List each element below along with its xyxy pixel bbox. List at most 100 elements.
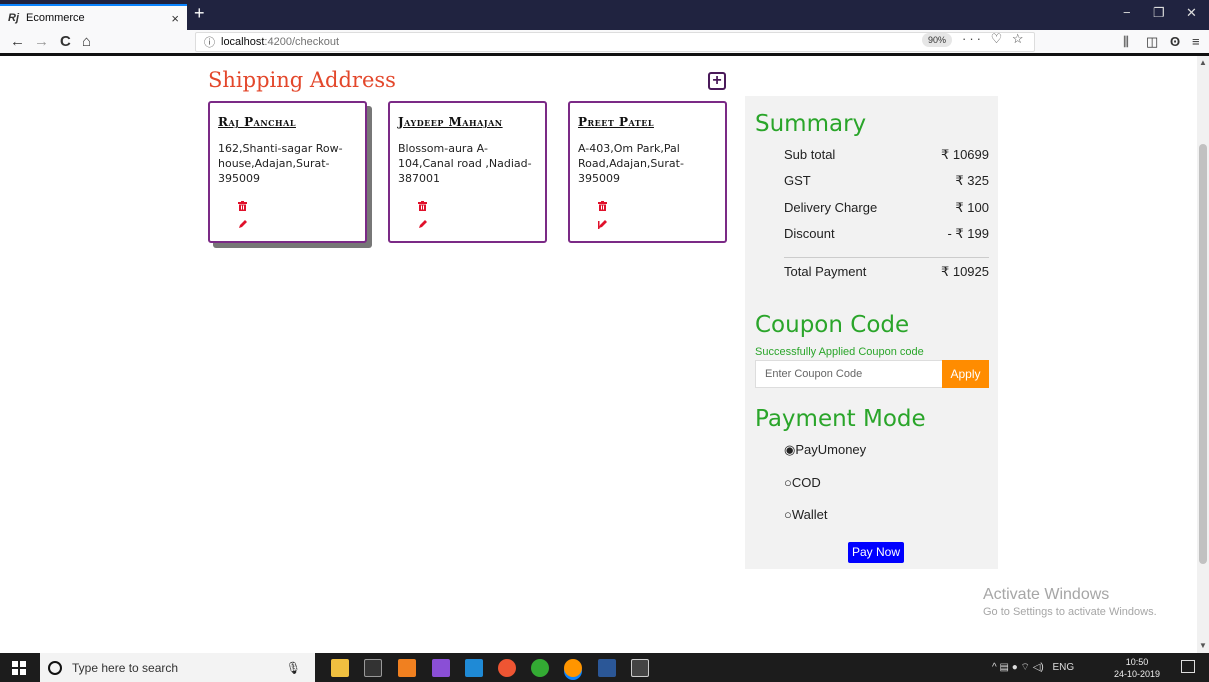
page-actions-icon[interactable]: ··· ♡ ☆ <box>962 31 1027 47</box>
word-icon[interactable] <box>598 659 616 677</box>
microphone-icon[interactable]: 🎙 <box>286 661 301 675</box>
total-row: Total Payment ₹ 10925 <box>784 264 989 280</box>
radio-selected-icon: ◉ <box>784 442 796 457</box>
visual-studio-icon[interactable] <box>432 659 450 677</box>
radio-label: PayUmoney <box>795 442 867 457</box>
address-card[interactable]: Preet Patel A-403,Om Park,Pal Road,Adaja… <box>568 101 727 243</box>
address-name: Jaydeep Mahajan <box>398 115 503 129</box>
radio-cod[interactable]: ○COD <box>784 475 821 490</box>
minimize-icon[interactable]: − <box>1123 5 1131 20</box>
summary-value: ₹ 100 <box>955 200 989 215</box>
sidebar-icon[interactable]: ◫ <box>1146 34 1158 50</box>
summary-value: ₹ 325 <box>955 173 989 188</box>
scroll-up-icon[interactable]: ▲ <box>1199 58 1207 67</box>
clock-date: 24-10-2019 <box>1114 669 1161 679</box>
watermark-title: Activate Windows <box>983 586 1110 603</box>
add-address-button[interactable]: + <box>708 72 726 90</box>
address-name: Preet Patel <box>578 115 654 129</box>
radio-unselected-icon: ○ <box>784 475 792 490</box>
tab-title: Ecommerce <box>26 12 85 24</box>
system-tray[interactable]: ^ ▤ ● ⌔ ◁) ENG <box>992 661 1074 674</box>
browser-tab[interactable]: Rj Ecommerce × <box>0 4 187 30</box>
shipping-address-title: Shipping Address <box>208 68 396 92</box>
summary-label: Delivery Charge <box>784 200 878 215</box>
clock-time: 10:50 <box>1125 657 1149 667</box>
pencil-icon[interactable] <box>418 219 428 229</box>
order-sidebar: Summary Sub total ₹ 10699 GST ₹ 325 Deli… <box>745 96 998 569</box>
account-icon[interactable]: ʘ <box>1170 34 1180 49</box>
summary-label: Discount <box>784 226 835 241</box>
radio-payumoney[interactable]: ◉PayUmoney <box>784 442 866 458</box>
info-icon[interactable]: ⓘ <box>204 34 215 50</box>
browser-tab-bar: Rj Ecommerce × + − ❐ ✕ <box>0 0 1209 30</box>
firefox-icon[interactable] <box>564 659 582 677</box>
activate-windows-watermark: Activate Windows Go to Settings to activ… <box>983 586 1157 618</box>
summary-row: Sub total ₹ 10699 <box>784 147 989 163</box>
url-bar[interactable]: ⓘ localhost:4200/checkout <box>195 32 1035 52</box>
home-icon[interactable]: ⌂ <box>82 33 91 50</box>
radio-wallet[interactable]: ○Wallet <box>784 507 828 522</box>
checkout-page: Shipping Address + Raj Panchal 162,Shant… <box>0 56 1197 653</box>
coupon-input[interactable]: Enter Coupon Code <box>755 360 943 388</box>
address-text: A-403,Om Park,Pal Road,Adajan,Surat-3950… <box>578 142 684 185</box>
restore-icon[interactable]: ❐ <box>1153 5 1165 21</box>
scrollbar-thumb[interactable] <box>1199 144 1207 564</box>
page-scrollbar[interactable]: ▲ ▼ <box>1197 56 1209 653</box>
watermark-subtitle: Go to Settings to activate Windows. <box>983 606 1157 618</box>
menu-icon[interactable]: ≡ <box>1192 34 1200 49</box>
address-name: Raj Panchal <box>218 115 296 129</box>
total-value: ₹ 10925 <box>940 264 989 279</box>
trash-icon[interactable] <box>418 201 427 211</box>
radio-label: Wallet <box>791 507 828 522</box>
summary-row: Discount - ₹ 199 <box>784 226 989 242</box>
notification-icon[interactable] <box>1181 660 1195 673</box>
total-label: Total Payment <box>784 264 867 279</box>
pencil-icon[interactable] <box>598 219 608 229</box>
trash-icon[interactable] <box>238 201 247 211</box>
address-card[interactable]: Raj Panchal 162,Shanti-sagar Row-house,A… <box>208 101 367 243</box>
radio-unselected-icon: ○ <box>784 507 792 522</box>
vscode-icon[interactable] <box>465 659 483 677</box>
tray-icons: ^ ▤ ● ⌔ ◁) <box>992 662 1044 673</box>
apply-button[interactable]: Apply <box>942 360 989 388</box>
summary-label: Sub total <box>784 147 836 162</box>
taskbar-search[interactable]: Type here to search 🎙 <box>40 653 315 682</box>
chrome-icon[interactable] <box>498 659 516 677</box>
close-tab-icon[interactable]: × <box>171 11 179 26</box>
new-tab-button[interactable]: + <box>194 3 205 24</box>
windows-taskbar: Type here to search 🎙 ^ ▤ ● ⌔ ◁) ENG 10:… <box>0 653 1209 682</box>
favicon-icon: Rj <box>8 12 19 24</box>
summary-row: Delivery Charge ₹ 100 <box>784 200 989 216</box>
summary-row: GST ₹ 325 <box>784 173 989 189</box>
file-explorer-icon[interactable] <box>331 659 349 677</box>
mongodb-compass-icon[interactable] <box>531 659 549 677</box>
trash-icon[interactable] <box>598 201 607 211</box>
close-window-icon[interactable]: ✕ <box>1186 5 1197 21</box>
scroll-down-icon[interactable]: ▼ <box>1199 641 1207 650</box>
taskbar-clock[interactable]: 10:50 24-10-2019 <box>1114 656 1160 680</box>
radio-label: COD <box>791 475 821 490</box>
address-text: Blossom-aura A-104,Canal road ,Nadiad-38… <box>398 142 532 185</box>
summary-value: - ₹ 199 <box>947 226 989 241</box>
back-icon[interactable]: ← <box>10 33 25 50</box>
url-host: localhost <box>221 36 265 48</box>
reload-icon[interactable]: C <box>60 33 71 50</box>
windows-start-icon[interactable] <box>12 661 26 675</box>
library-icon[interactable]: ⫼ <box>1123 34 1129 50</box>
summary-value: ₹ 10699 <box>940 147 989 162</box>
browser-nav-bar: ← → C ⌂ ⓘ localhost:4200/checkout 90% ··… <box>0 30 1209 56</box>
language-indicator[interactable]: ENG <box>1053 662 1075 673</box>
forward-icon[interactable]: → <box>34 33 49 50</box>
photos-icon[interactable] <box>631 659 649 677</box>
pencil-icon[interactable] <box>238 219 248 229</box>
summary-divider <box>784 257 989 258</box>
address-card[interactable]: Jaydeep Mahajan Blossom-aura A-104,Canal… <box>388 101 547 243</box>
pay-now-button[interactable]: Pay Now <box>848 542 905 563</box>
zoom-indicator[interactable]: 90% <box>922 33 953 47</box>
summary-label: GST <box>784 173 811 188</box>
summary-title: Summary <box>755 111 867 137</box>
sublime-text-icon[interactable] <box>398 659 416 677</box>
url-path: :4200/checkout <box>264 36 340 48</box>
terminal-icon[interactable] <box>364 659 382 677</box>
cortana-icon <box>48 660 62 675</box>
